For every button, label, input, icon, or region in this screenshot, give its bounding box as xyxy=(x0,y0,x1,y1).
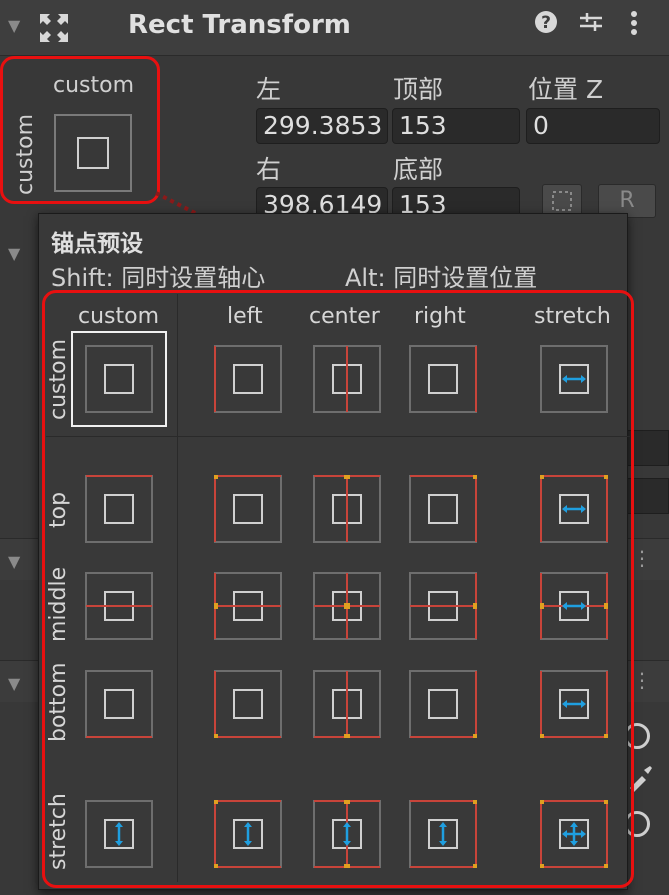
anchor-preset-bottom-stretch[interactable] xyxy=(540,670,608,738)
anchor-preset-bottom-center[interactable] xyxy=(313,670,381,738)
column-header-custom: custom xyxy=(78,304,160,329)
row-header-stretch: stretch xyxy=(46,793,71,870)
anchor-preset-custom-right[interactable] xyxy=(409,345,477,413)
alt-hint: Alt: 同时设置位置 xyxy=(345,264,538,292)
shift-hint: Shift: 同时设置轴心 xyxy=(51,264,266,292)
pos-z-field[interactable]: 0 xyxy=(526,108,660,144)
anchor-preset-custom-left[interactable] xyxy=(214,345,282,413)
row-header-top: top xyxy=(46,491,71,528)
anchor-preset-top-custom[interactable] xyxy=(85,475,153,543)
kebab-menu-icon[interactable] xyxy=(630,10,638,42)
popup-title: 锚点预设 xyxy=(51,231,143,257)
triangle-down-icon[interactable]: ▼ xyxy=(8,16,20,35)
sliders-icon[interactable] xyxy=(578,10,604,40)
left-field[interactable]: 299.3853 xyxy=(256,108,388,144)
anchor-preset-middle-custom[interactable] xyxy=(85,572,153,640)
component-title: Rect Transform xyxy=(128,10,351,40)
anchor-preview-icon xyxy=(54,114,132,192)
anchor-vertical-caption: custom xyxy=(13,113,38,195)
grid-divider-horizontal xyxy=(46,436,630,437)
triangle-down-icon[interactable]: ▼ xyxy=(8,674,20,693)
anchor-preset-custom-stretch[interactable] xyxy=(540,345,608,413)
anchor-preset-bottom-left[interactable] xyxy=(214,670,282,738)
anchor-preset-middle-center[interactable] xyxy=(313,572,381,640)
anchor-preset-stretch-left[interactable] xyxy=(214,800,282,868)
pos-z-label: 位置 Z xyxy=(528,75,604,104)
svg-text:?: ? xyxy=(541,13,551,33)
anchor-preset-middle-left[interactable] xyxy=(214,572,282,640)
column-header-right: right xyxy=(414,304,466,329)
row-header-custom: custom xyxy=(46,338,71,420)
anchor-preset-top-center[interactable] xyxy=(313,475,381,543)
anchor-preset-top-stretch[interactable] xyxy=(540,475,608,543)
anchor-preset-stretch-center[interactable] xyxy=(313,800,381,868)
help-icon[interactable]: ? xyxy=(534,10,558,40)
anchor-preset-middle-right[interactable] xyxy=(409,572,477,640)
anchor-preset-stretch-right[interactable] xyxy=(409,800,477,868)
triangle-down-icon[interactable]: ▼ xyxy=(8,552,20,571)
anchor-preset-top-left[interactable] xyxy=(214,475,282,543)
row-header-bottom: bottom xyxy=(46,662,71,742)
kebab-menu-icon[interactable]: ⋮ xyxy=(632,668,652,692)
anchor-preset-stretch-stretch[interactable] xyxy=(540,800,608,868)
anchor-preset-top-right[interactable] xyxy=(409,475,477,543)
component-header: ▼ Rect Transform ? xyxy=(0,0,669,56)
rect-transform-icon xyxy=(40,14,68,42)
left-label: 左 xyxy=(256,75,282,104)
column-header-left: left xyxy=(227,304,263,329)
blueprint-icon xyxy=(552,191,572,211)
kebab-menu-icon[interactable]: ⋮ xyxy=(632,546,652,570)
anchor-horizontal-caption: custom xyxy=(53,73,135,98)
top-field[interactable]: 153 xyxy=(392,108,520,144)
anchor-preset-custom-custom[interactable] xyxy=(85,345,153,413)
anchor-preset-middle-stretch[interactable] xyxy=(540,572,608,640)
anchor-preset-bottom-right[interactable] xyxy=(409,670,477,738)
column-header-stretch: stretch xyxy=(534,304,611,329)
bottom-label: 底部 xyxy=(393,155,444,184)
anchor-preset-custom-center[interactable] xyxy=(313,345,381,413)
triangle-down-icon[interactable]: ▼ xyxy=(8,244,20,263)
anchor-preset-stretch-custom[interactable] xyxy=(85,800,153,868)
row-header-middle: middle xyxy=(46,566,71,642)
grid-divider-vertical xyxy=(177,294,178,882)
anchor-presets-button[interactable]: custom custom xyxy=(0,56,160,204)
anchor-preset-bottom-custom[interactable] xyxy=(85,670,153,738)
column-header-center: center xyxy=(309,304,380,329)
top-label: 顶部 xyxy=(393,75,444,104)
right-label: 右 xyxy=(256,155,282,184)
